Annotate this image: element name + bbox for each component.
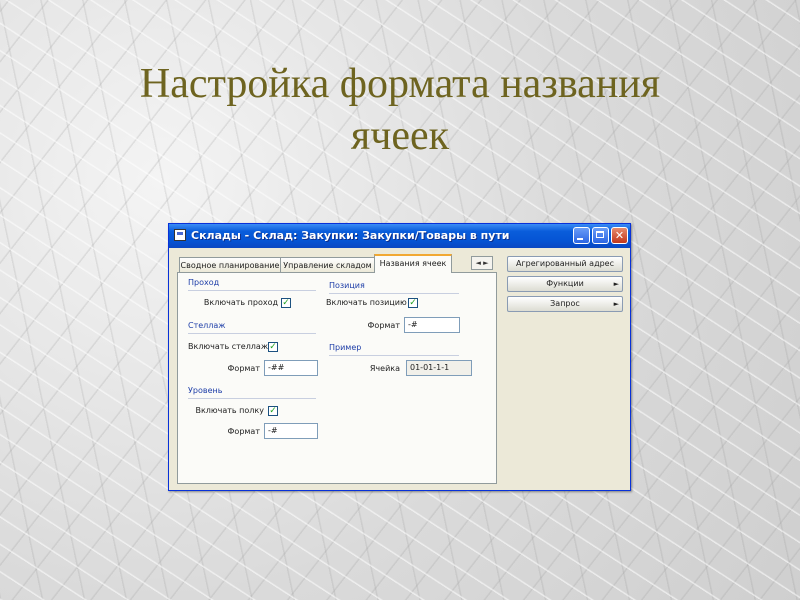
position-format-label: Формат — [367, 321, 400, 330]
include-position-checkbox[interactable]: ✓ — [408, 298, 418, 308]
group-divider — [329, 293, 459, 294]
tab-cell-names[interactable]: Названия ячеек — [374, 254, 452, 273]
maximize-icon — [596, 231, 604, 238]
menu-arrow-icon: ► — [613, 300, 619, 308]
group-title-example: Пример — [329, 343, 362, 352]
slide-title: Настройка формата названия ячеек — [40, 58, 760, 162]
group-title-level: Уровень — [188, 386, 223, 395]
close-icon: ✕ — [614, 229, 625, 242]
include-row-label: Включать проход — [203, 298, 278, 307]
include-rack-checkbox[interactable]: ✓ — [268, 342, 278, 352]
tab-scroll-buttons[interactable]: ◄ ► — [471, 256, 493, 270]
group-divider — [188, 398, 316, 399]
cell-example-value: 01-01-1-1 — [406, 360, 472, 376]
button-label: Функции — [546, 279, 584, 288]
tab-label: Сводное планирование — [180, 261, 280, 270]
minimize-button[interactable] — [573, 227, 590, 244]
tab-master-planning[interactable]: Сводное планирование — [179, 257, 281, 272]
menu-arrow-icon: ► — [613, 280, 619, 288]
position-format-input[interactable]: -# — [404, 317, 460, 333]
tab-warehouse-management[interactable]: Управление складом — [280, 257, 375, 272]
group-divider — [329, 355, 459, 356]
button-label: Запрос — [550, 299, 580, 308]
window-titlebar[interactable]: Склады - Склад: Закупки: Закупки/Товары … — [169, 224, 630, 248]
cell-names-panel: Проход Включать проход ✓ Стеллаж Включат… — [177, 272, 497, 484]
include-row-checkbox[interactable]: ✓ — [281, 298, 291, 308]
rack-format-label: Формат — [227, 364, 260, 373]
include-level-label: Включать полку — [195, 406, 264, 415]
functions-button[interactable]: Функции ► — [507, 276, 623, 292]
tab-label: Названия ячеек — [379, 259, 447, 268]
check-icon: ✓ — [269, 406, 277, 416]
warehouse-settings-window: Склады - Склад: Закупки: Закупки/Товары … — [168, 223, 631, 491]
check-icon: ✓ — [282, 298, 290, 308]
maximize-button[interactable] — [592, 227, 609, 244]
check-icon: ✓ — [409, 298, 417, 308]
group-title-position: Позиция — [329, 281, 365, 290]
tab-prev-icon[interactable]: ◄ — [475, 259, 480, 267]
request-button[interactable]: Запрос ► — [507, 296, 623, 312]
rack-format-input[interactable]: -## — [264, 360, 318, 376]
slide-title-line-1: Настройка формата названия — [139, 61, 661, 107]
include-position-label: Включать позицию — [326, 298, 407, 307]
tab-label: Управление складом — [283, 261, 372, 270]
tab-next-icon[interactable]: ► — [483, 259, 488, 267]
minimize-icon — [577, 238, 583, 240]
include-level-checkbox[interactable]: ✓ — [268, 406, 278, 416]
group-divider — [188, 333, 316, 334]
aggregated-address-button[interactable]: Агрегированный адрес — [507, 256, 623, 272]
check-icon: ✓ — [269, 342, 277, 352]
slide-title-line-2: ячеек — [350, 113, 450, 159]
group-title-row: Проход — [188, 278, 220, 287]
include-rack-label: Включать стеллаж — [188, 342, 269, 351]
group-divider — [188, 290, 316, 291]
level-format-input[interactable]: -# — [264, 423, 318, 439]
window-title: Склады - Склад: Закупки: Закупки/Товары … — [191, 229, 510, 242]
close-button[interactable]: ✕ — [611, 227, 628, 244]
group-title-rack: Стеллаж — [188, 321, 226, 330]
button-label: Агрегированный адрес — [515, 259, 615, 268]
app-icon — [174, 229, 186, 241]
level-format-label: Формат — [227, 427, 260, 436]
cell-example-label: Ячейка — [369, 364, 400, 373]
